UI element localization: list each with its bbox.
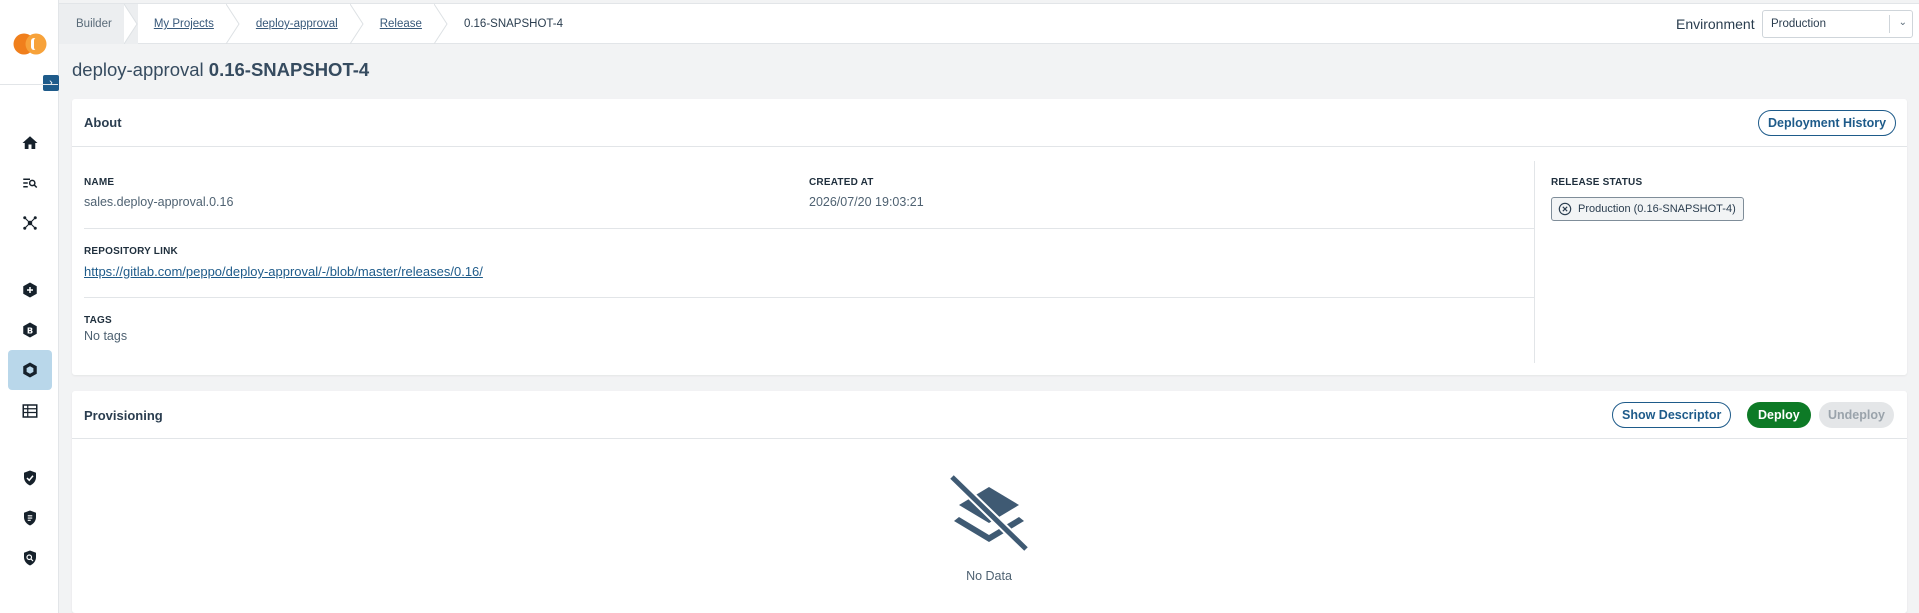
app-logo-icon[interactable] [13, 32, 47, 56]
divider [84, 297, 1534, 298]
shield-doc-icon [24, 510, 36, 526]
environment-select[interactable]: Production ⌄ [1762, 10, 1913, 38]
provisioning-card: Provisioning Show Descriptor Deploy Unde… [72, 391, 1907, 613]
repository-link[interactable]: https://gitlab.com/peppo/deploy-approval… [84, 264, 483, 279]
repository-link-label: REPOSITORY LINK [84, 246, 178, 257]
breadcrumb-separator-icon [433, 4, 448, 44]
page-title-project: deploy-approval [72, 59, 204, 80]
breadcrumb-label: 0.16-SNAPSHOT-4 [463, 18, 564, 30]
table-icon [22, 404, 38, 418]
about-title: About [84, 115, 122, 130]
close-circle-icon [1558, 202, 1572, 216]
top-bar: Builder My Projects deploy-approval Rele… [59, 3, 1919, 44]
nav-home[interactable] [8, 123, 52, 163]
breadcrumb-separator-icon [225, 4, 240, 44]
about-card: About Deployment History NAME sales.depl… [72, 99, 1907, 375]
breadcrumb-label[interactable]: deploy-approval [256, 18, 338, 30]
breadcrumb-builder[interactable]: Builder [59, 4, 138, 44]
search-list-icon [23, 178, 38, 189]
provisioning-card-header: Provisioning Show Descriptor Deploy Unde… [72, 391, 1907, 439]
builder-b-icon: B [23, 322, 37, 338]
breadcrumb-separator-icon [349, 4, 364, 44]
plus-hex-icon [23, 282, 37, 298]
about-card-header: About Deployment History [72, 99, 1907, 147]
undeploy-button: Undeploy [1819, 402, 1894, 428]
release-hex-icon [23, 362, 37, 378]
provisioning-title: Provisioning [84, 408, 163, 423]
breadcrumb-my-projects[interactable]: My Projects [138, 4, 240, 44]
select-divider [1889, 15, 1890, 33]
breadcrumb: Builder My Projects deploy-approval Rele… [59, 4, 589, 44]
nav-create[interactable] [8, 270, 52, 310]
no-data-text: No Data [966, 569, 1012, 583]
nav-audit[interactable] [8, 538, 52, 578]
tags-label: TAGS [84, 315, 112, 326]
environment-label: Environment [1676, 16, 1755, 32]
breadcrumb-current: 0.16-SNAPSHOT-4 [448, 4, 589, 44]
nav-network[interactable] [8, 203, 52, 243]
deployment-history-button[interactable]: Deployment History [1758, 110, 1897, 136]
breadcrumb-label: Builder [76, 18, 112, 30]
release-status-text: Production (0.16-SNAPSHOT-4) [1578, 203, 1736, 215]
breadcrumb-separator-icon [123, 4, 138, 44]
release-status-label: RELEASE STATUS [1551, 177, 1643, 188]
vertical-divider [1534, 161, 1535, 363]
page-title: deploy-approval 0.16-SNAPSHOT-4 [72, 59, 369, 81]
breadcrumb-release[interactable]: Release [364, 4, 448, 44]
breadcrumb-label[interactable]: My Projects [154, 18, 214, 30]
nav-release[interactable] [8, 350, 52, 390]
release-status-badge[interactable]: Production (0.16-SNAPSHOT-4) [1551, 197, 1744, 221]
created-at-value: 2026/07/20 19:03:21 [809, 195, 924, 209]
page-title-version: 0.16-SNAPSHOT-4 [208, 59, 370, 80]
shield-check-icon [24, 470, 36, 486]
divider [84, 228, 1534, 229]
nav-table[interactable] [8, 391, 52, 431]
expand-sidebar-button[interactable]: › [43, 75, 59, 91]
nav-security[interactable] [8, 458, 52, 498]
chevron-down-icon: ⌄ [1898, 17, 1907, 28]
no-data-layers-icon [948, 473, 1030, 553]
breadcrumb-label[interactable]: Release [380, 18, 422, 30]
sidebar: › B [0, 0, 59, 613]
home-icon [22, 136, 38, 149]
sidebar-divider [0, 84, 58, 85]
name-value: sales.deploy-approval.0.16 [84, 195, 234, 209]
svg-text:B: B [27, 325, 33, 335]
deploy-button[interactable]: Deploy [1747, 402, 1811, 428]
shield-search-icon [24, 550, 36, 566]
nav-search-list[interactable] [8, 163, 52, 203]
name-label: NAME [84, 177, 115, 188]
show-descriptor-button[interactable]: Show Descriptor [1612, 402, 1732, 428]
tags-value: No tags [84, 329, 128, 343]
nav-builder[interactable]: B [8, 310, 52, 350]
environment-value: Production [1771, 18, 1826, 30]
breadcrumb-project[interactable]: deploy-approval [240, 4, 364, 44]
network-icon [23, 216, 37, 230]
created-at-label: CREATED AT [809, 177, 874, 188]
nav-policies[interactable] [8, 498, 52, 538]
